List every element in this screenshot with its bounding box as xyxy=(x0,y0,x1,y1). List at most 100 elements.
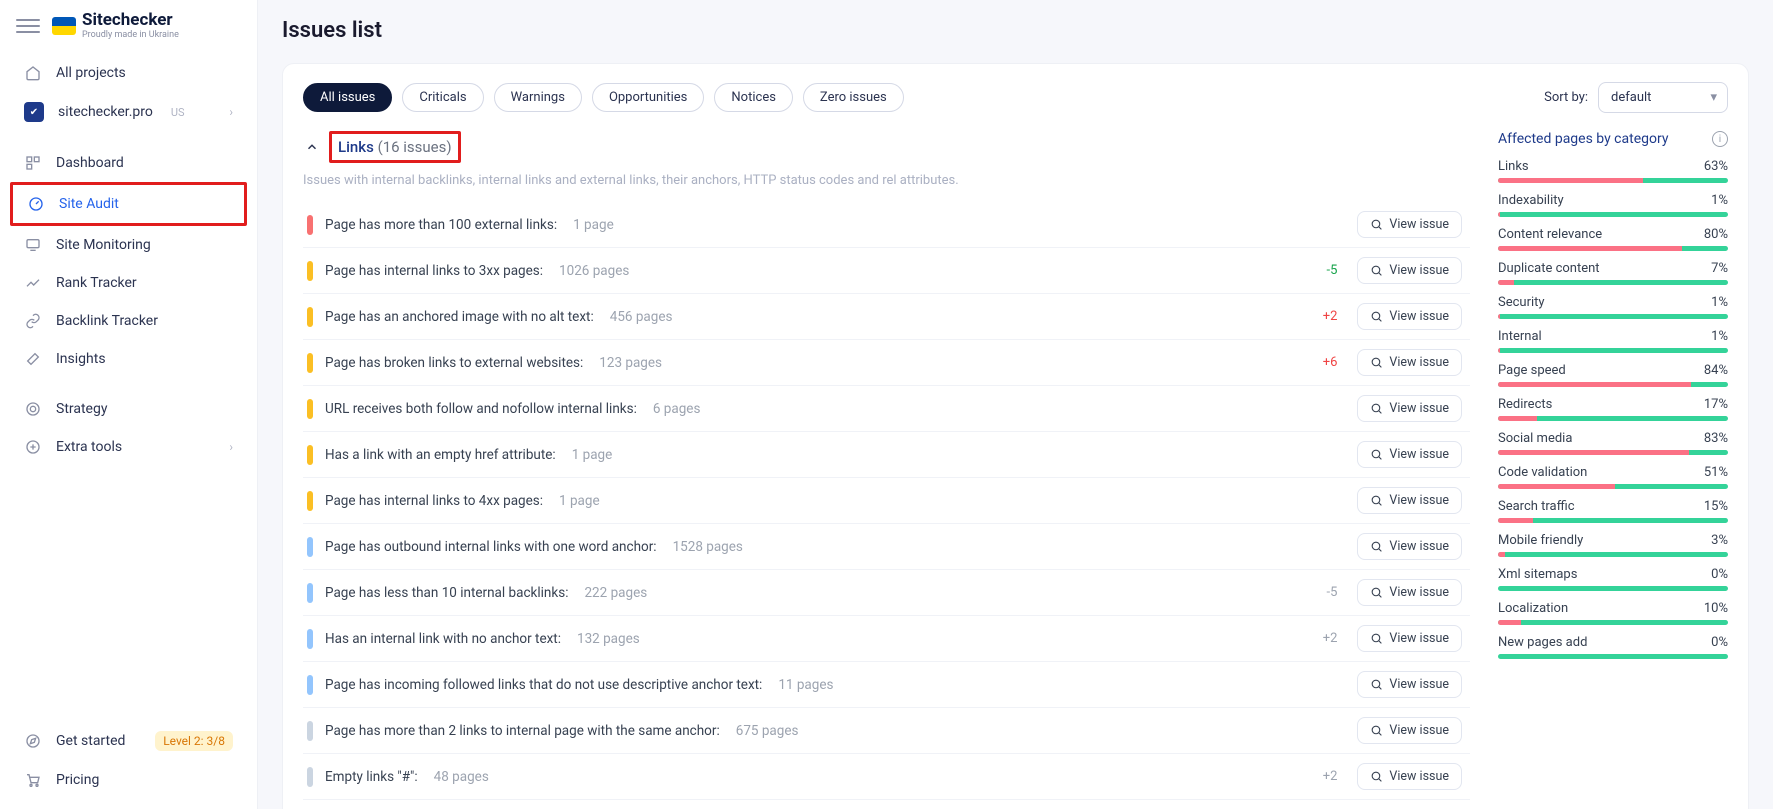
filter-notices[interactable]: Notices xyxy=(714,83,793,112)
view-issue-button[interactable]: View issue xyxy=(1357,763,1462,790)
nav-label: All projects xyxy=(56,65,126,81)
category-row[interactable]: Localization10% xyxy=(1498,601,1728,625)
view-issue-button[interactable]: View issue xyxy=(1357,625,1462,652)
category-name: Social media xyxy=(1498,431,1572,446)
nav-dashboard[interactable]: Dashboard xyxy=(10,144,247,182)
nav-rank-tracker[interactable]: Rank Tracker xyxy=(10,264,247,302)
issue-delta: +2 xyxy=(1323,631,1346,646)
category-bar xyxy=(1498,246,1728,251)
severity-indicator xyxy=(307,767,313,787)
issue-page-count: 675 pages xyxy=(736,723,799,739)
severity-indicator xyxy=(307,675,313,695)
view-issue-button[interactable]: View issue xyxy=(1357,487,1462,514)
category-row[interactable]: Links63% xyxy=(1498,159,1728,183)
view-issue-button[interactable]: View issue xyxy=(1357,211,1462,238)
nav-extra-tools[interactable]: Extra tools › xyxy=(10,428,247,466)
menu-toggle-icon[interactable] xyxy=(16,14,40,38)
view-issue-button[interactable]: View issue xyxy=(1357,533,1462,560)
issue-title: Page has more than 2 links to internal p… xyxy=(325,723,720,739)
category-bar xyxy=(1498,178,1728,183)
filter-opportunities[interactable]: Opportunities xyxy=(592,83,704,112)
issue-row: Empty links "#":48 pages+2View issue xyxy=(303,754,1470,800)
nav-get-started[interactable]: Get started Level 2: 3/8 xyxy=(10,721,247,761)
category-row[interactable]: Xml sitemaps0% xyxy=(1498,567,1728,591)
filter-criticals[interactable]: Criticals xyxy=(402,83,483,112)
issue-row: Page has more than 100 external links:1 … xyxy=(303,202,1470,248)
home-icon xyxy=(24,64,42,82)
issues-list: Page has more than 100 external links:1 … xyxy=(303,202,1470,809)
severity-indicator xyxy=(307,491,313,511)
chevron-up-icon[interactable] xyxy=(303,138,321,156)
nav-site-monitoring[interactable]: Site Monitoring xyxy=(10,226,247,264)
filter-all-issues[interactable]: All issues xyxy=(303,83,392,112)
category-name: New pages add xyxy=(1498,635,1587,650)
severity-indicator xyxy=(307,721,313,741)
issue-row: Page has incoming followed links that do… xyxy=(303,662,1470,708)
issue-row: Has a link with an empty href attribute:… xyxy=(303,432,1470,478)
category-row[interactable]: Indexability1% xyxy=(1498,193,1728,217)
category-row[interactable]: Internal1% xyxy=(1498,329,1728,353)
issue-title: Has a link with an empty href attribute: xyxy=(325,447,556,463)
severity-indicator xyxy=(307,215,313,235)
category-name: Mobile friendly xyxy=(1498,533,1583,548)
nav-label: Get started xyxy=(56,733,125,749)
nav-insights[interactable]: Insights xyxy=(10,340,247,378)
issue-delta: +2 xyxy=(1323,769,1346,784)
view-issue-button[interactable]: View issue xyxy=(1357,441,1462,468)
category-row[interactable]: Social media83% xyxy=(1498,431,1728,455)
issue-title: Page has broken links to external websit… xyxy=(325,355,583,371)
view-issue-button[interactable]: View issue xyxy=(1357,671,1462,698)
view-issue-button[interactable]: View issue xyxy=(1357,395,1462,422)
category-name: Localization xyxy=(1498,601,1568,616)
category-name: Code validation xyxy=(1498,465,1587,480)
chevron-right-icon: › xyxy=(229,105,233,119)
nav-label: Site Audit xyxy=(59,196,119,212)
category-percent: 80% xyxy=(1704,227,1728,242)
category-name: Page speed xyxy=(1498,363,1566,378)
issue-title: Page has outbound internal links with on… xyxy=(325,539,657,555)
section-title: Links (16 issues) xyxy=(329,131,461,163)
nav-label: sitechecker.pro xyxy=(58,104,153,120)
category-bar xyxy=(1498,552,1728,557)
view-issue-button[interactable]: View issue xyxy=(1357,579,1462,606)
monitor-icon xyxy=(24,236,42,254)
nav-label: Strategy xyxy=(56,401,107,417)
category-row[interactable]: New pages add0% xyxy=(1498,635,1728,659)
nav-strategy[interactable]: Strategy xyxy=(10,390,247,428)
issue-delta: +6 xyxy=(1323,355,1346,370)
sort-select[interactable]: default xyxy=(1598,82,1728,113)
nav-backlink-tracker[interactable]: Backlink Tracker xyxy=(10,302,247,340)
severity-indicator xyxy=(307,583,313,603)
nav-project[interactable]: ✔ sitechecker.pro US › xyxy=(10,92,247,132)
view-issue-button[interactable]: View issue xyxy=(1357,303,1462,330)
category-row[interactable]: Code validation51% xyxy=(1498,465,1728,489)
view-issue-button[interactable]: View issue xyxy=(1357,717,1462,744)
category-bar xyxy=(1498,518,1728,523)
issue-row: URL receives both follow and nofollow in… xyxy=(303,386,1470,432)
nav-all-projects[interactable]: All projects xyxy=(10,54,247,92)
category-row[interactable]: Mobile friendly3% xyxy=(1498,533,1728,557)
filter-zero-issues[interactable]: Zero issues xyxy=(803,83,904,112)
info-icon[interactable]: i xyxy=(1712,131,1728,147)
category-row[interactable]: Security1% xyxy=(1498,295,1728,319)
issue-row: Page has broken links to external websit… xyxy=(303,340,1470,386)
issue-title: Page has an anchored image with no alt t… xyxy=(325,309,594,325)
category-row[interactable]: Redirects17% xyxy=(1498,397,1728,421)
speedometer-icon xyxy=(27,195,45,213)
filter-warnings[interactable]: Warnings xyxy=(494,83,582,112)
nav-pricing[interactable]: Pricing xyxy=(10,761,247,799)
view-issue-button[interactable]: View issue xyxy=(1357,257,1462,284)
compass-icon xyxy=(24,732,42,750)
category-percent: 0% xyxy=(1711,567,1728,582)
nav-site-audit[interactable]: Site Audit xyxy=(10,182,247,226)
category-row[interactable]: Duplicate content7% xyxy=(1498,261,1728,285)
view-issue-button[interactable]: View issue xyxy=(1357,349,1462,376)
issue-page-count: 11 pages xyxy=(778,677,833,693)
category-bar xyxy=(1498,450,1728,455)
category-row[interactable]: Search traffic15% xyxy=(1498,499,1728,523)
category-row[interactable]: Page speed84% xyxy=(1498,363,1728,387)
logo[interactable]: Sitechecker Proudly made in Ukraine xyxy=(52,12,179,40)
issue-row: Page has an anchored image with no alt t… xyxy=(303,294,1470,340)
category-row[interactable]: Content relevance80% xyxy=(1498,227,1728,251)
issue-delta: -5 xyxy=(1327,585,1346,600)
